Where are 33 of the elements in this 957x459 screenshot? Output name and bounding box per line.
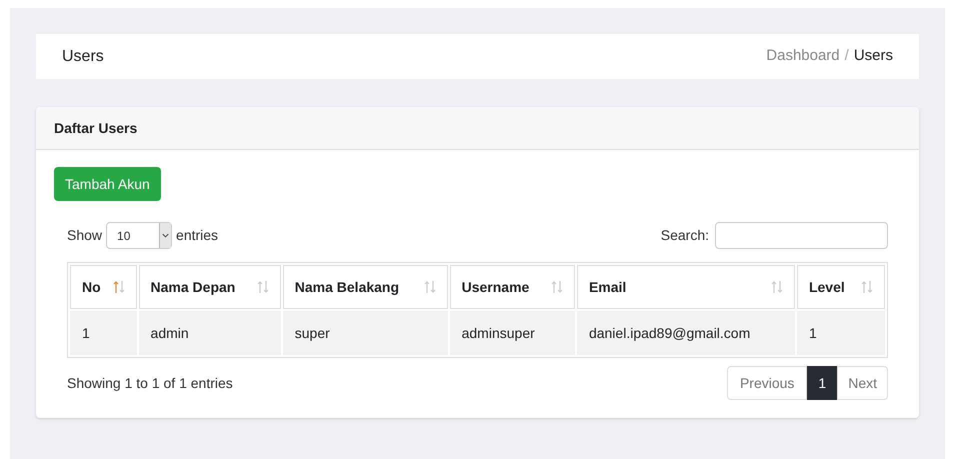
sort-icon [424,280,436,294]
table-cell: adminsuper [450,311,575,355]
sort-icon [112,280,125,294]
previous-button[interactable]: Previous [726,366,808,400]
next-button[interactable]: Next [837,366,888,400]
table-cell: admin [138,311,281,355]
breadcrumb-current: Users [854,46,893,66]
entries-select[interactable]: 10 [106,222,172,249]
table-info: Showing 1 to 1 of 1 entries [67,374,233,393]
page-title: Users [62,46,104,66]
sort-icon [861,280,873,294]
show-label: Show [67,226,102,245]
sort-icon [550,280,563,294]
column-header[interactable]: Email [576,265,795,309]
table-cell: super [282,311,448,355]
table-cell: 1 [796,311,885,355]
sort-icon [770,280,783,294]
search-field[interactable] [715,222,888,249]
column-header[interactable]: No [70,265,137,309]
chevron-down-icon [159,223,172,248]
breadcrumb-link[interactable]: Dashboard [766,45,840,68]
column-header[interactable]: Nama Depan [138,265,281,309]
search-label: Search: [660,226,709,245]
breadcrumb-separator: / [844,46,850,66]
page-button[interactable]: 1 [807,366,838,400]
table-cell: 1 [70,311,137,355]
column-header[interactable]: Nama Belakang [282,265,448,309]
sort-icon [256,280,269,294]
column-header[interactable]: Username [450,265,575,309]
table-cell: daniel.ipad89@gmail.com [576,311,795,355]
card-title: Daftar Users [54,118,138,138]
column-header[interactable]: Level [796,265,885,309]
entries-label: entries [176,226,218,245]
